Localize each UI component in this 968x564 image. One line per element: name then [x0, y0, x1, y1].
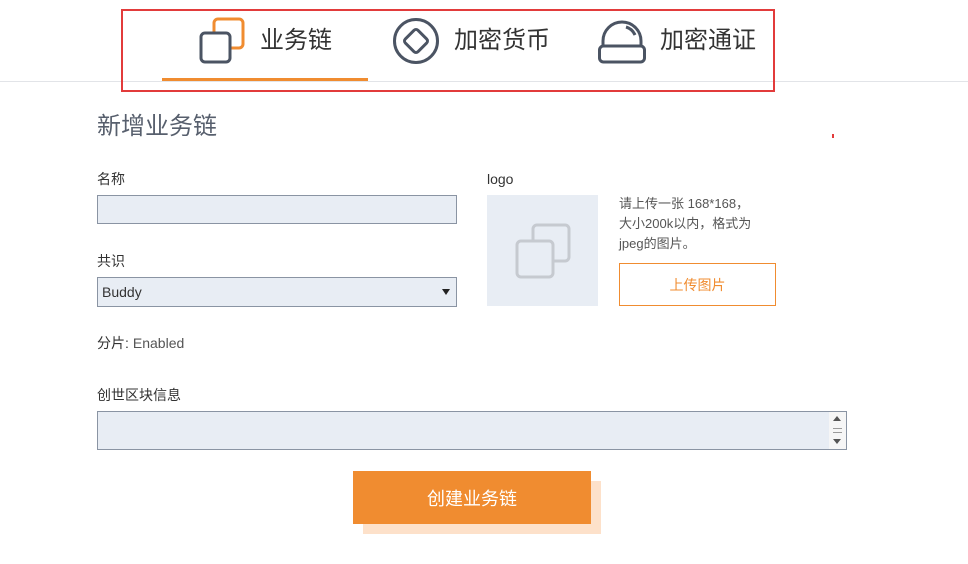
image-placeholder-icon	[515, 223, 571, 279]
diamond-circle-icon	[393, 18, 439, 64]
logo-preview[interactable]	[487, 195, 598, 306]
genesis-textarea-wrapper	[97, 411, 847, 450]
tab-crypto-token[interactable]: 加密通证	[574, 16, 780, 81]
tab-content: 业务链	[162, 16, 368, 66]
scroll-thumb[interactable]	[833, 428, 842, 433]
sharding-label: 分片:	[97, 335, 129, 351]
overlapping-squares-icon	[199, 17, 245, 64]
page-title: 新增业务链	[97, 113, 217, 140]
name-input[interactable]	[97, 195, 457, 224]
upload-hint-line: 请上传一张 168*168，	[619, 196, 750, 211]
tab-label: 加密通证	[660, 27, 756, 54]
textarea-scrollbar[interactable]	[829, 412, 846, 449]
upload-image-button[interactable]: 上传图片	[619, 263, 776, 306]
scroll-up-arrow-icon[interactable]	[833, 416, 841, 421]
create-chain-button[interactable]: 创建业务链	[353, 471, 591, 524]
upload-hint: 请上传一张 168*168， 大小200k以内，格式为 jpeg的图片。	[619, 194, 751, 254]
red-marker	[832, 134, 834, 138]
genesis-label: 创世区块信息	[97, 387, 181, 403]
sharding-value: Enabled	[132, 335, 185, 351]
dome-token-icon	[598, 20, 646, 64]
upload-hint-line: 大小200k以内，格式为	[619, 216, 752, 231]
active-tab-underline	[162, 78, 368, 81]
genesis-textarea[interactable]	[97, 411, 847, 450]
scroll-down-arrow-icon[interactable]	[833, 439, 841, 444]
header-divider	[0, 81, 968, 82]
logo-label: logo	[487, 171, 514, 187]
consensus-select-wrapper: Buddy	[97, 277, 457, 307]
consensus-select[interactable]: Buddy	[97, 277, 457, 307]
consensus-label: 共识	[97, 253, 125, 269]
upload-hint-line: jpeg的图片。	[619, 236, 696, 251]
name-label: 名称	[97, 171, 125, 187]
tab-content: 加密通证	[574, 16, 780, 66]
tab-content: 加密货币	[368, 16, 574, 66]
sharding-status: 分片: Enabled	[97, 333, 184, 353]
tab-label: 加密货币	[454, 27, 550, 54]
tab-business-chain[interactable]: 业务链	[162, 16, 368, 81]
tab-label: 业务链	[260, 27, 332, 54]
tab-crypto-currency[interactable]: 加密货币	[368, 16, 574, 81]
